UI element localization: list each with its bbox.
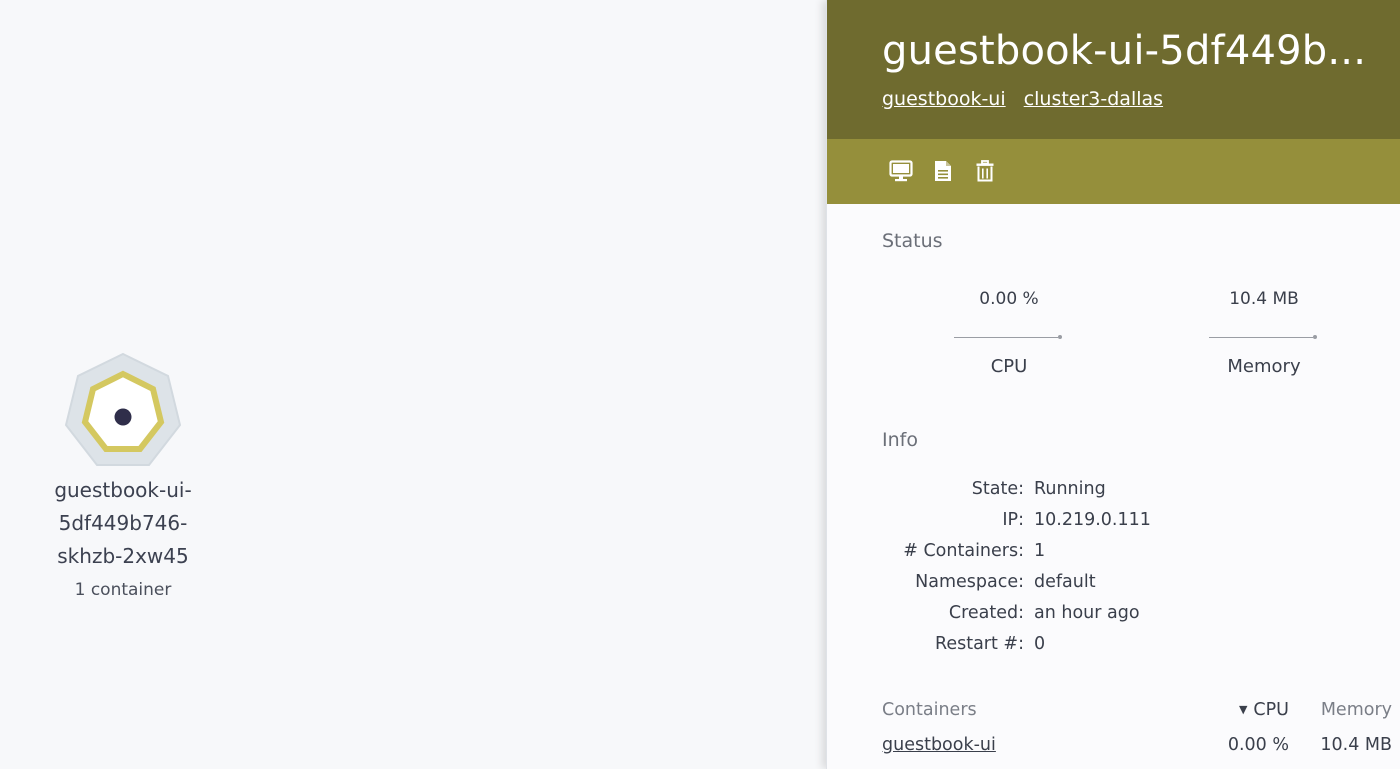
trash-icon[interactable] <box>971 157 999 185</box>
memory-value: 10.4 MB <box>1229 289 1299 309</box>
info-key: State: <box>971 479 1024 499</box>
container-cpu: 0.00 % <box>1227 735 1289 755</box>
pod-dot <box>114 408 132 426</box>
info-key: Namespace: <box>915 572 1024 592</box>
cpu-value: 0.00 % <box>979 289 1039 309</box>
containers-table-header: Containers ▼ CPU Memory <box>882 700 1397 720</box>
cpu-label: CPU <box>990 356 1028 377</box>
memory-metric: 10.4 MB Memory <box>1189 289 1339 377</box>
pod-node-name: guestbook-ui- 5df449b746- skhzb-2xw45 <box>54 478 192 568</box>
info-value: 0 <box>1034 634 1046 654</box>
cluster-link[interactable]: cluster3-dallas <box>1024 88 1163 110</box>
info-row-restarts: Restart #: 0 <box>882 629 1362 660</box>
memory-column-header[interactable]: Memory <box>1302 700 1392 720</box>
info-key: IP: <box>1002 510 1024 530</box>
info-key: # Containers: <box>903 541 1024 561</box>
deployment-link[interactable]: guestbook-ui <box>882 88 1006 110</box>
panel-title: guestbook-ui-5df449b... <box>882 28 1367 74</box>
cpu-column-header[interactable]: ▼ CPU <box>1227 700 1289 720</box>
info-section-title: Info <box>882 429 918 451</box>
info-value: 10.219.0.111 <box>1034 510 1151 530</box>
pod-node[interactable]: guestbook-ui- 5df449b746- skhzb-2xw45 1 … <box>40 352 206 600</box>
cpu-sparkline <box>954 333 1064 343</box>
topology-canvas[interactable]: guestbook-ui- 5df449b746- skhzb-2xw45 1 … <box>0 0 826 769</box>
monitor-icon[interactable] <box>887 157 915 185</box>
info-value: Running <box>1034 479 1106 499</box>
cpu-metric: 0.00 % CPU <box>934 289 1084 377</box>
memory-sparkline <box>1209 333 1319 343</box>
memory-label: Memory <box>1227 356 1301 377</box>
info-row-state: State: Running <box>882 474 1362 505</box>
info-list: State: Running IP: 10.219.0.111 # Contai… <box>882 474 1362 660</box>
panel-toolbar <box>827 139 1400 204</box>
info-row-namespace: Namespace: default <box>882 567 1362 598</box>
info-key: Restart #: <box>934 634 1024 654</box>
info-row-created: Created: an hour ago <box>882 598 1362 629</box>
details-panel: guestbook-ui-5df449b... guestbook-ui clu… <box>826 0 1400 769</box>
info-value: default <box>1034 572 1096 592</box>
info-row-containers: # Containers: 1 <box>882 536 1362 567</box>
pod-node-subtitle: 1 container <box>74 580 172 600</box>
sort-descending-icon: ▼ <box>1238 703 1248 716</box>
panel-breadcrumb: guestbook-ui cluster3-dallas <box>882 88 1400 110</box>
document-icon[interactable] <box>929 157 957 185</box>
info-value: an hour ago <box>1034 603 1140 623</box>
containers-column-header: Containers <box>882 700 977 720</box>
container-link[interactable]: guestbook-ui <box>882 735 996 755</box>
status-section-title: Status <box>882 230 943 252</box>
info-key: Created: <box>948 603 1024 623</box>
info-row-ip: IP: 10.219.0.111 <box>882 505 1362 536</box>
pod-icon[interactable] <box>63 352 183 472</box>
container-memory: 10.4 MB <box>1320 735 1392 755</box>
info-value: 1 <box>1034 541 1046 561</box>
table-row: guestbook-ui 0.00 % 10.4 MB <box>882 735 1397 755</box>
panel-header: guestbook-ui-5df449b... guestbook-ui clu… <box>827 0 1400 139</box>
